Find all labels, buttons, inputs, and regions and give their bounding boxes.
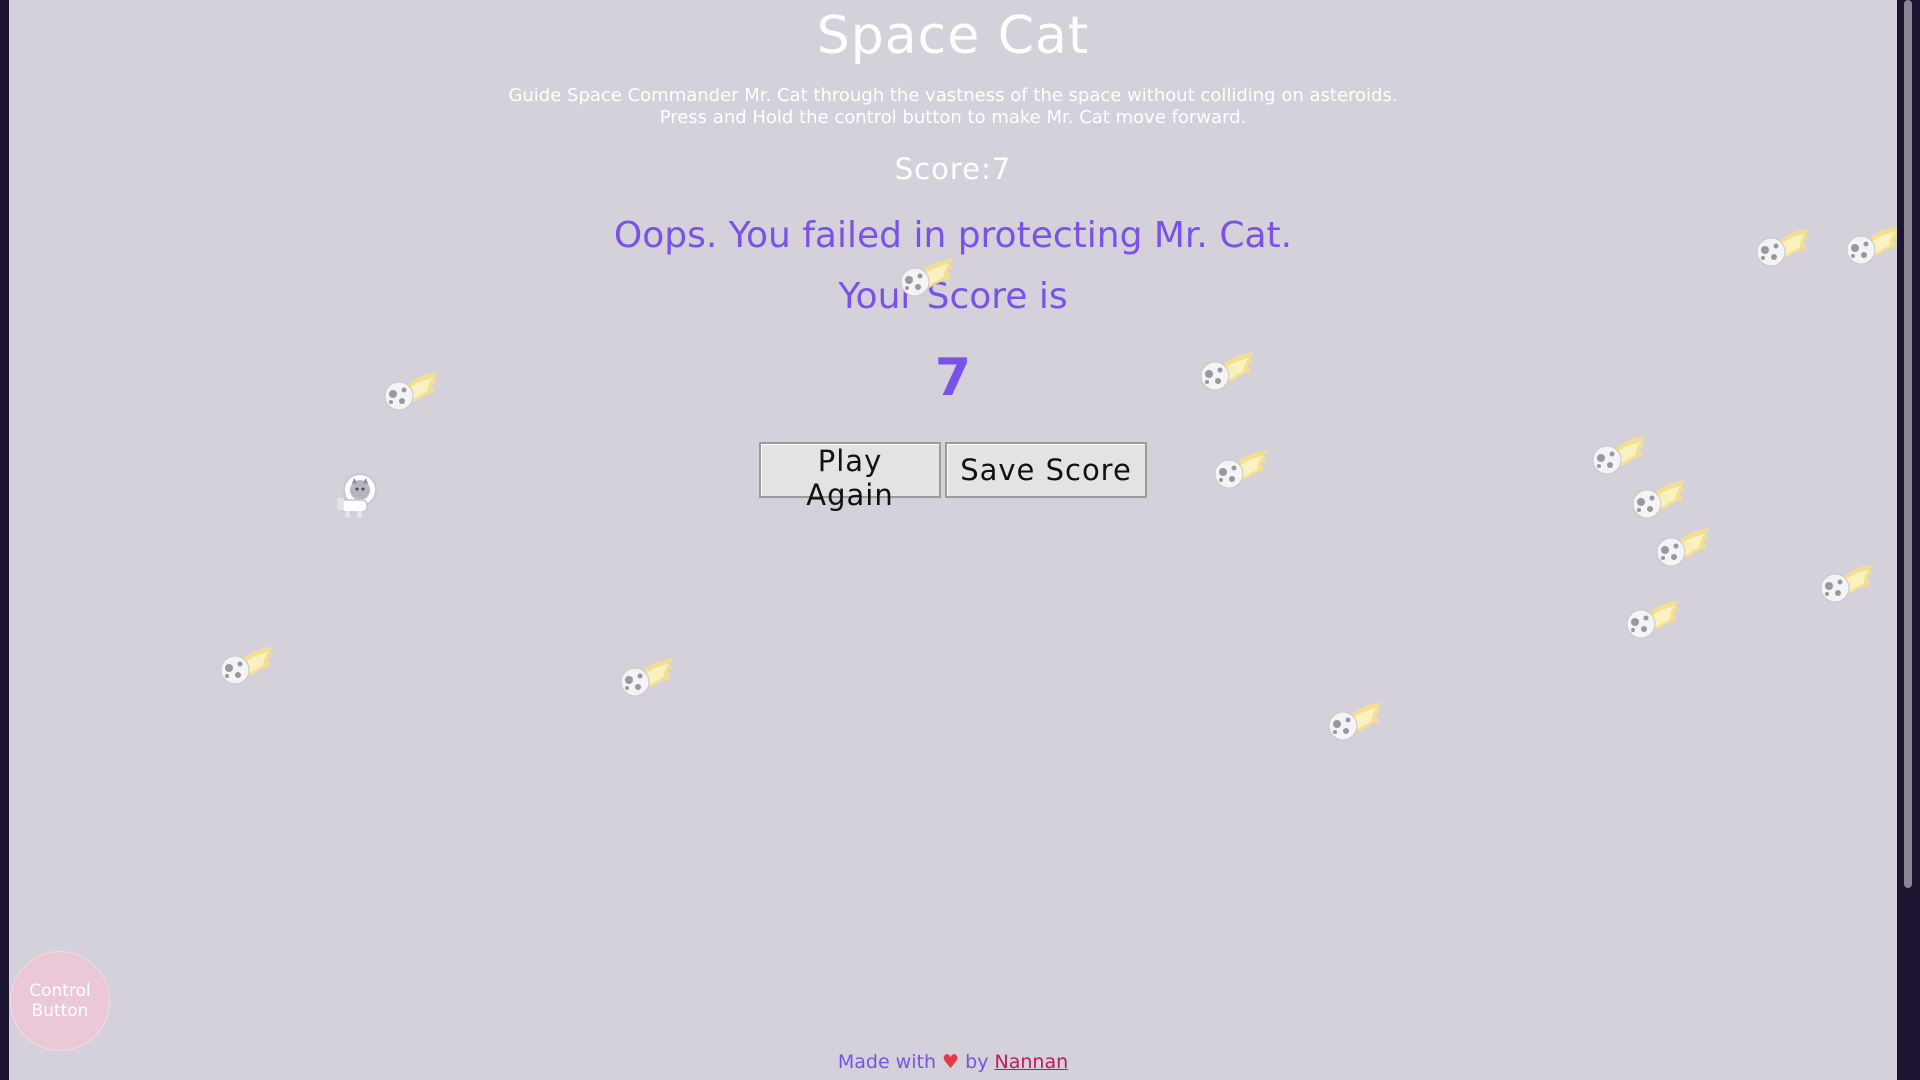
asteroid-icon — [1214, 449, 1270, 489]
description-line-2: Press and Hold the control button to mak… — [659, 107, 1247, 128]
space-cat-icon — [337, 473, 377, 518]
asteroid-icon — [220, 645, 276, 685]
footer-made-with: Made with — [837, 1051, 936, 1073]
asteroid-icon — [1328, 701, 1384, 741]
game-description: Guide Space Commander Mr. Cat through th… — [9, 85, 1897, 129]
footer-by: by — [965, 1051, 989, 1073]
save-score-button[interactable]: Save Score — [945, 442, 1147, 498]
description-line-1: Guide Space Commander Mr. Cat through th… — [508, 85, 1398, 106]
footer: Made with ♥ by Nannan — [9, 1051, 1897, 1073]
game-stage: Space Cat Guide Space Commander Mr. Cat … — [9, 0, 1897, 1080]
asteroid-icon — [1656, 527, 1712, 567]
scrollbar[interactable] — [1897, 0, 1920, 1080]
play-again-button[interactable]: Play Again — [759, 442, 941, 512]
score-display: Score:7 — [9, 152, 1897, 186]
asteroid-icon — [1632, 479, 1688, 519]
asteroid-icon — [1756, 227, 1812, 267]
asteroid-icon — [1200, 351, 1256, 391]
asteroid-icon — [384, 371, 440, 411]
asteroid-icon — [1820, 563, 1876, 603]
control-button-label-2: Button — [31, 1001, 89, 1021]
score-value: 7 — [991, 152, 1012, 186]
heart-icon: ♥ — [942, 1051, 960, 1073]
game-title: Space Cat — [816, 6, 1090, 66]
asteroid-icon — [620, 657, 676, 697]
asteroid-icon — [900, 257, 956, 297]
asteroid-icon — [1592, 435, 1648, 475]
scrollbar-thumb[interactable] — [1904, 0, 1912, 888]
final-score: 7 — [934, 348, 972, 408]
score-label: Score: — [894, 152, 992, 186]
author-link[interactable]: Nannan — [995, 1051, 1069, 1073]
fail-message: Oops. You failed in protecting Mr. Cat. — [613, 215, 1293, 256]
control-button[interactable]: Control Button — [10, 951, 110, 1051]
control-button-label-1: Control — [29, 981, 91, 1001]
asteroid-icon — [1846, 225, 1897, 265]
asteroid-icon — [1626, 599, 1682, 639]
